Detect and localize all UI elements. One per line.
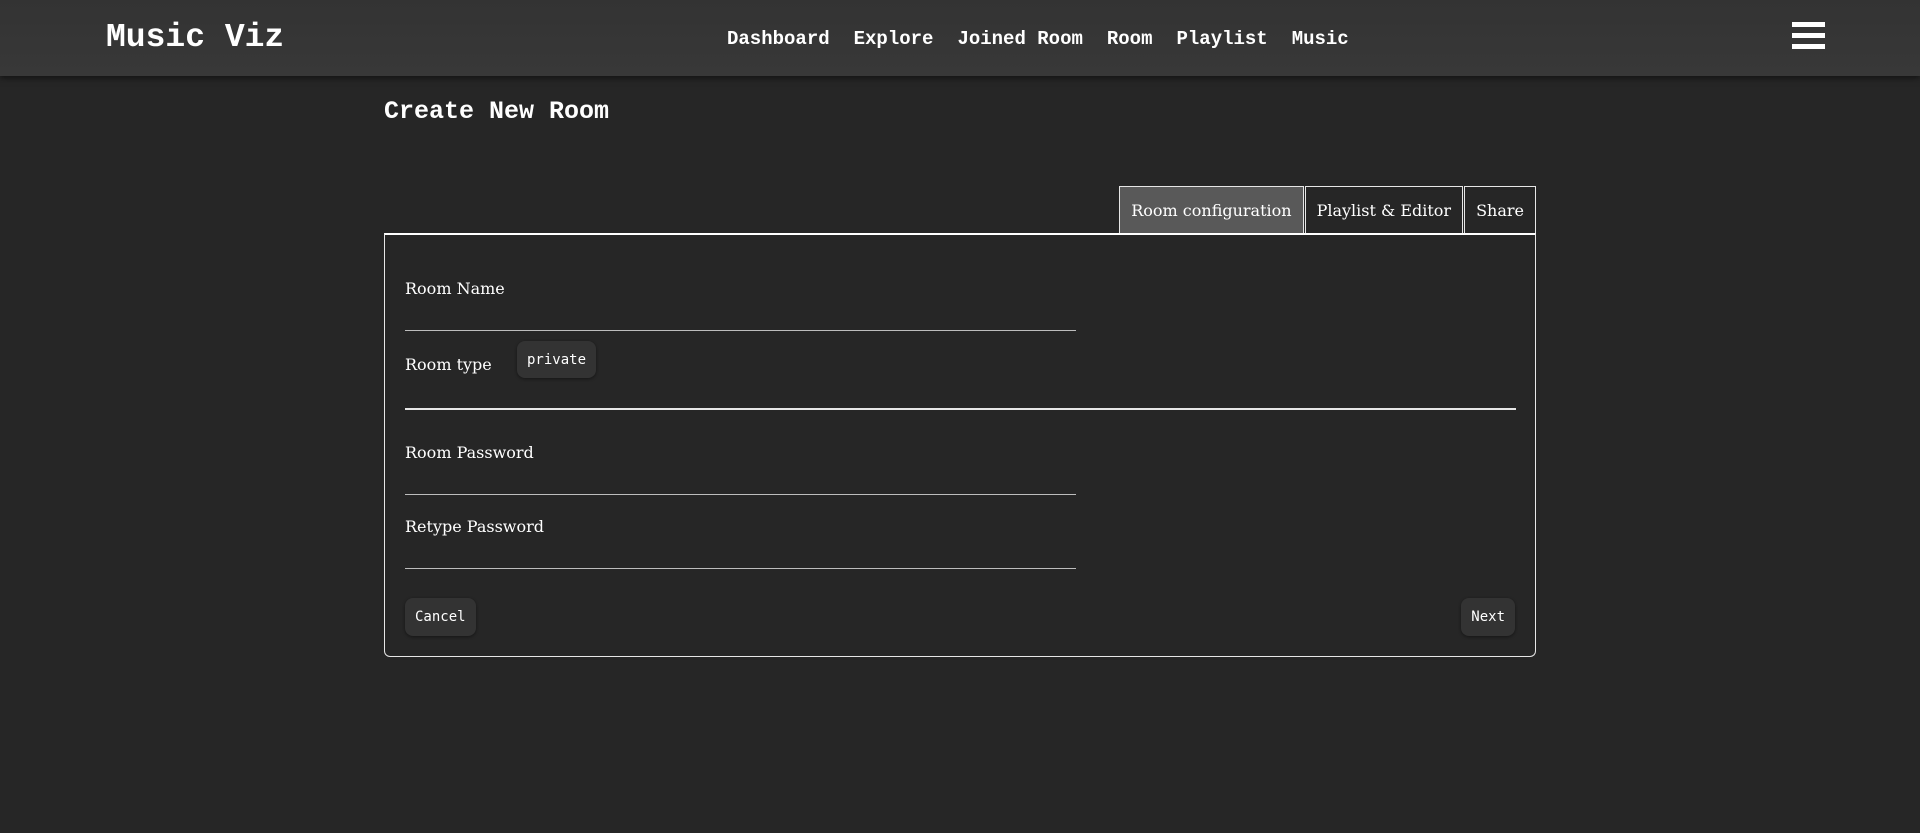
nav-link-joined-room[interactable]: Joined Room <box>957 26 1082 52</box>
tab-playlist-editor[interactable]: Playlist & Editor <box>1304 186 1464 234</box>
room-configuration-panel: Room Name Room type private Room Passwor… <box>384 233 1536 657</box>
retype-password-input[interactable] <box>405 543 1076 569</box>
nav-link-playlist[interactable]: Playlist <box>1176 26 1267 52</box>
nav-link-dashboard[interactable]: Dashboard <box>727 26 830 52</box>
retype-password-label: Retype Password <box>405 517 545 536</box>
room-password-input[interactable] <box>405 469 1076 495</box>
hamburger-bar <box>1792 22 1825 27</box>
hamburger-menu-icon[interactable] <box>1792 22 1825 50</box>
room-name-input[interactable] <box>405 305 1076 331</box>
nav-link-room[interactable]: Room <box>1107 26 1153 52</box>
room-tabs: Room configuration Playlist & Editor Sha… <box>1119 186 1536 234</box>
main-nav: Dashboard Explore Joined Room Room Playl… <box>727 26 1349 52</box>
room-type-label: Room type <box>405 355 492 374</box>
next-button[interactable]: Next <box>1461 598 1515 636</box>
cancel-button[interactable]: Cancel <box>405 598 476 636</box>
nav-link-music[interactable]: Music <box>1292 26 1349 52</box>
tab-room-configuration[interactable]: Room configuration <box>1119 186 1304 234</box>
hamburger-bar <box>1792 33 1825 38</box>
app-brand[interactable]: Music Viz <box>106 18 284 58</box>
hamburger-bar <box>1792 44 1825 49</box>
nav-link-explore[interactable]: Explore <box>854 26 934 52</box>
top-navbar: Music Viz Dashboard Explore Joined Room … <box>0 0 1920 76</box>
section-divider <box>405 408 1516 410</box>
room-type-select[interactable]: private <box>517 341 597 378</box>
tab-share[interactable]: Share <box>1464 186 1536 234</box>
room-password-label: Room Password <box>405 443 534 462</box>
room-name-label: Room Name <box>405 279 505 298</box>
page-title: Create New Room <box>384 97 610 126</box>
